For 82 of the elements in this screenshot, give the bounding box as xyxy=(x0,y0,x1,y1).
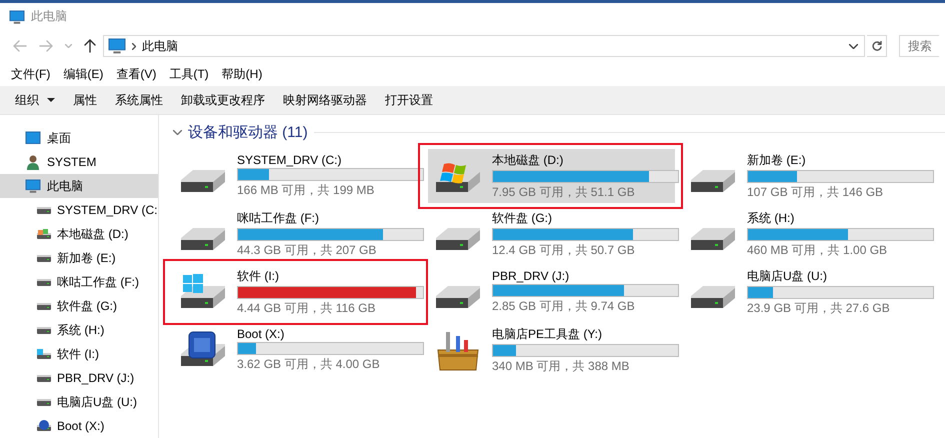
computer-icon xyxy=(25,178,41,194)
drive-usage: 340 MB 可用，共 388 MB xyxy=(492,358,630,374)
drive-usage: 2.85 GB 可用，共 9.74 GB xyxy=(492,298,636,315)
boot-drive-icon xyxy=(36,418,52,434)
drive-usage: 7.95 GB 可用，共 51.1 GB xyxy=(492,184,636,200)
sidebar-item[interactable]: PBR_DRV (J:) xyxy=(0,366,158,390)
drive-icon xyxy=(37,326,51,334)
menu-item[interactable]: 帮助(H) xyxy=(222,66,262,82)
user-icon xyxy=(25,154,41,170)
sidebar-item[interactable]: 咪咕工作盘 (F:) xyxy=(0,270,158,294)
drive-usage: 4.44 GB 可用，共 116 GB xyxy=(237,300,376,316)
sidebar-item[interactable]: 新加卷 (E:) xyxy=(0,246,158,270)
sidebar-item[interactable]: 软件 (I:) xyxy=(0,342,158,366)
drive-tile[interactable]: PBR_DRV (J:) 2.85 GB 可用，共 9.74 GB xyxy=(428,265,675,319)
drive-usage: 12.4 GB 可用，共 50.7 GB xyxy=(492,242,636,258)
drive-name: 新加卷 (E:) xyxy=(747,152,807,168)
toolbar-button[interactable]: 卸载或更改程序 xyxy=(181,92,265,108)
drive-icon xyxy=(37,302,51,310)
computer-icon xyxy=(9,8,25,24)
drive-icon xyxy=(37,374,51,382)
drive-tile[interactable]: 软件 (I:) 4.44 GB 可用，共 116 GB xyxy=(173,265,420,319)
drive-tile[interactable]: 电脑店U盘 (U:) 23.9 GB 可用，共 27.6 GB xyxy=(683,265,930,319)
drive-usage: 107 GB 可用，共 146 GB xyxy=(747,184,884,200)
drive-tile[interactable]: Boot (X:) 3.62 GB 可用，共 4.00 GB xyxy=(173,323,420,377)
refresh-icon xyxy=(872,41,882,51)
drive-usage: 3.62 GB 可用，共 4.00 GB xyxy=(237,356,381,373)
menu-item[interactable]: 文件(F) xyxy=(11,66,50,82)
chevron-down-icon[interactable] xyxy=(173,130,182,134)
drive-tile[interactable]: 电脑店PE工具盘 (Y:) 340 MB 可用，共 388 MB xyxy=(428,323,675,377)
sidebar-item[interactable]: 系统 (H:) xyxy=(0,318,158,342)
drive-name: 软件盘 (G:) xyxy=(492,210,553,226)
drive-name: 咪咕工作盘 (F:) xyxy=(237,210,320,226)
chevron-down-icon[interactable] xyxy=(849,44,858,48)
drive-name: 软件 (I:) xyxy=(237,268,280,284)
drive-tile[interactable]: SYSTEM_DRV (C:) 166 MB 可用，共 199 MB xyxy=(173,149,420,203)
toolbar-button[interactable]: 打开设置 xyxy=(385,92,433,108)
windows-drive-icon xyxy=(36,226,52,242)
search-field[interactable]: 搜索 xyxy=(899,35,939,57)
toolbar-button[interactable]: 属性 xyxy=(73,92,97,108)
sidebar-item[interactable]: Boot (X:) xyxy=(0,414,158,438)
sidebar-item[interactable]: 软件盘 (G:) xyxy=(0,294,158,318)
drive-usage: 44.3 GB 可用，共 207 GB xyxy=(237,242,378,258)
chevron-right-icon xyxy=(132,42,136,50)
sidebar-item[interactable]: SYSTEM xyxy=(0,150,158,174)
drive-name: PBR_DRV (J:) xyxy=(492,269,570,283)
sidebar-item[interactable]: 此电脑 xyxy=(0,174,158,198)
windows-drive-icon xyxy=(36,346,52,362)
drive-tile[interactable]: 咪咕工作盘 (F:) 44.3 GB 可用，共 207 GB xyxy=(173,207,420,261)
menu-item[interactable]: 查看(V) xyxy=(116,66,156,82)
drive-name: 本地磁盘 (D:) xyxy=(492,152,564,168)
drive-name: 系统 (H:) xyxy=(747,210,796,226)
drive-name: SYSTEM_DRV (C:) xyxy=(237,153,342,167)
drive-usage: 166 MB 可用，共 199 MB xyxy=(237,182,376,199)
breadcrumb[interactable]: 此电脑 xyxy=(142,38,178,54)
desktop-icon xyxy=(25,130,41,146)
menu-item[interactable]: 编辑(E) xyxy=(63,66,104,82)
drive-tile[interactable]: 系统 (H:) 460 MB 可用，共 1.00 GB xyxy=(683,207,930,261)
toolbar-button[interactable]: 组织 xyxy=(15,92,39,108)
up-arrow-icon[interactable] xyxy=(84,39,96,53)
sidebar-item[interactable]: SYSTEM_DRV (C: xyxy=(0,198,158,222)
toolbar-button[interactable]: 系统属性 xyxy=(115,92,163,108)
address-bar[interactable]: 此电脑 xyxy=(103,35,865,57)
sidebar-item[interactable]: 电脑店U盘 (U:) xyxy=(0,390,158,414)
menu-item[interactable]: 工具(T) xyxy=(169,66,209,82)
window-title: 此电脑 xyxy=(31,8,67,25)
drive-icon xyxy=(37,398,51,406)
drive-name: 电脑店PE工具盘 (Y:) xyxy=(492,326,604,342)
drive-usage: 460 MB 可用，共 1.00 GB xyxy=(747,242,888,258)
computer-icon xyxy=(108,37,126,55)
drive-icon xyxy=(37,206,51,214)
drive-usage: 23.9 GB 可用，共 27.6 GB xyxy=(747,300,891,316)
drive-icon xyxy=(37,278,51,286)
drive-tile[interactable]: 新加卷 (E:) 107 GB 可用，共 146 GB xyxy=(683,149,930,203)
drive-name: Boot (X:) xyxy=(237,327,286,341)
drive-name: 电脑店U盘 (U:) xyxy=(747,268,828,284)
drive-icon xyxy=(37,254,51,262)
refresh-button[interactable] xyxy=(867,35,887,57)
sidebar-item[interactable]: 桌面 xyxy=(0,126,158,150)
toolbar-button[interactable]: 映射网络驱动器 xyxy=(283,92,367,108)
drive-tile[interactable]: 软件盘 (G:) 12.4 GB 可用，共 50.7 GB xyxy=(428,207,675,261)
sidebar-item[interactable]: 本地磁盘 (D:) xyxy=(0,222,158,246)
section-header: 设备和驱动器 (11) xyxy=(188,122,308,142)
